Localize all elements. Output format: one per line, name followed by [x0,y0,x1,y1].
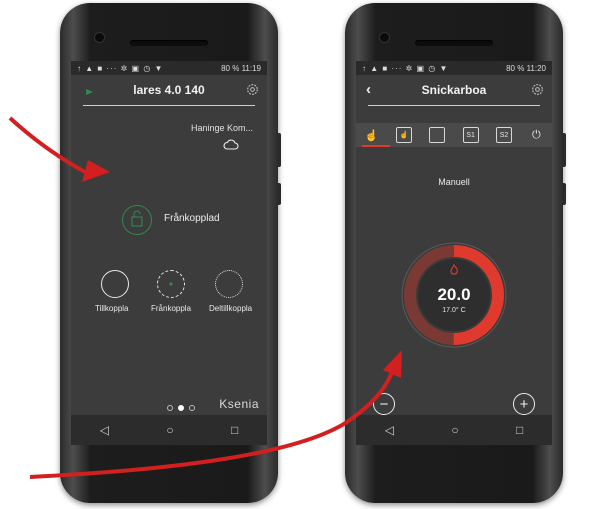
arrow-right-line [29,371,394,479]
annotation-arrows [8,116,402,479]
arrow-left-head [82,160,110,182]
arrow-left-line [8,116,86,174]
arrow-right-head [383,350,402,378]
